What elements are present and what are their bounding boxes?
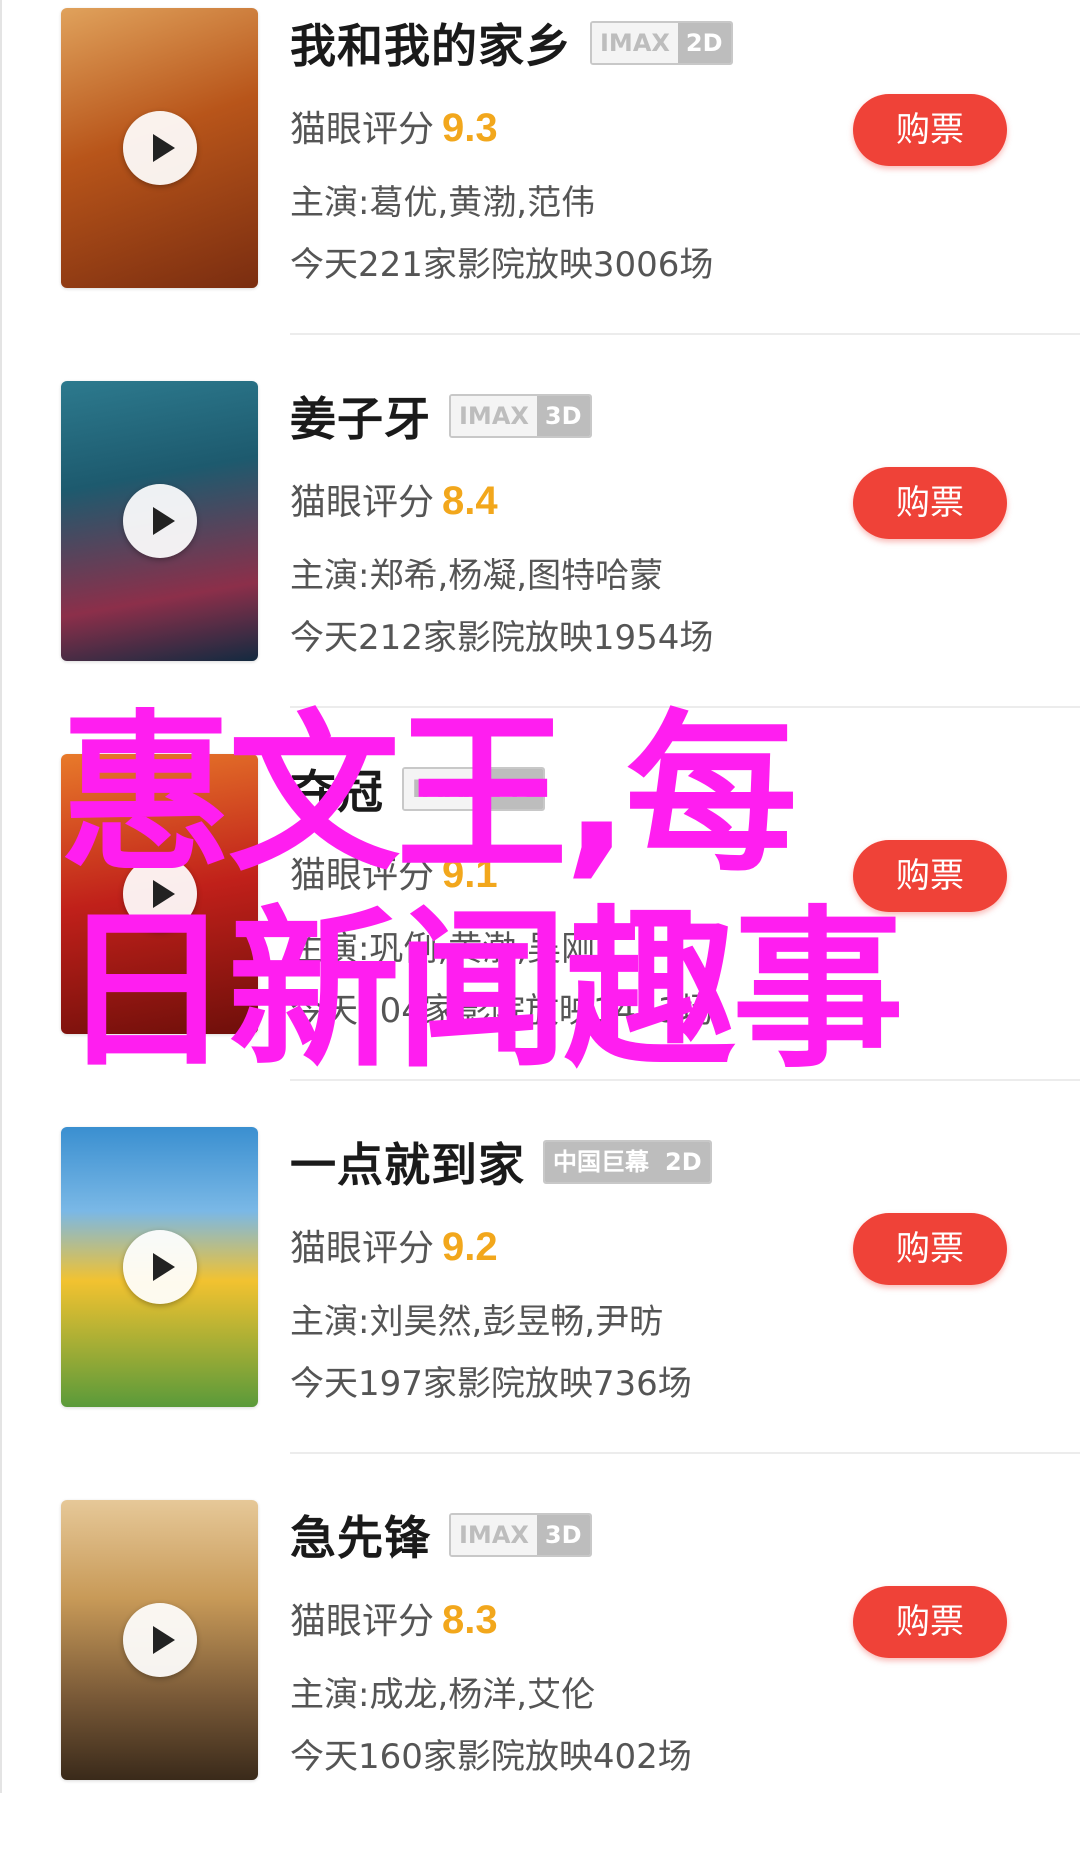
- play-icon[interactable]: [122, 111, 197, 185]
- play-icon[interactable]: [122, 1230, 197, 1304]
- format-badge-type: IMAX: [451, 396, 537, 436]
- movie-title: 我和我的家乡: [290, 19, 572, 73]
- format-badge: IMAX 3D: [449, 1513, 592, 1557]
- showing-info: 今天204家影院放映1453场: [290, 991, 714, 1031]
- movie-title: 一点就到家: [290, 1138, 525, 1192]
- rating-score: 8.4: [442, 479, 498, 523]
- format-badge-type: IMAX: [592, 23, 678, 63]
- showing-info: 今天212家影院放映1954场: [290, 618, 714, 658]
- buy-ticket-button[interactable]: 购票: [853, 840, 1007, 912]
- format-badge: IMAX 3D: [449, 394, 592, 438]
- movie-title: 姜子牙: [290, 392, 431, 446]
- showing-info: 今天160家影院放映402场: [290, 1737, 692, 1777]
- rating-score: 8.3: [442, 1598, 498, 1642]
- movie-cast: 主演:刘昊然,彭昱畅,尹昉: [290, 1302, 664, 1342]
- buy-ticket-button[interactable]: 购票: [853, 1213, 1007, 1285]
- row-divider: [290, 1079, 1080, 1081]
- movie-title: 急先锋: [290, 1511, 431, 1565]
- movie-poster[interactable]: [61, 1500, 258, 1780]
- row-divider: [290, 1452, 1080, 1454]
- buy-ticket-button[interactable]: 购票: [853, 94, 1007, 166]
- movie-row[interactable]: 一点就到家 中国巨幕 2D 猫眼评分 9.2 主演:刘昊然,彭昱畅,尹昉 今天19…: [0, 1119, 1080, 1492]
- movie-cast: 主演:成龙,杨洋,艾伦: [290, 1675, 596, 1715]
- movie-cast: 主演:巩俐,黄渤,吴刚: [290, 929, 596, 969]
- rating-label: 猫眼评分: [290, 482, 435, 523]
- rating-label: 猫眼评分: [290, 1228, 435, 1269]
- movie-title: 夺冠: [290, 765, 384, 819]
- format-badge-dim: 2D: [657, 1142, 710, 1182]
- rating-score: 9.2: [442, 1225, 498, 1269]
- row-divider: [290, 333, 1080, 335]
- rating-line: 猫眼评分 9.1: [290, 846, 498, 898]
- movie-poster[interactable]: [61, 8, 258, 288]
- movie-row[interactable]: 夺冠 IMAX 2D 猫眼评分 9.1 主演:巩俐,黄渤,吴刚 今天204家影院放…: [0, 746, 1080, 1119]
- format-badge-dim: 3D: [536, 396, 590, 436]
- row-divider: [290, 706, 1080, 708]
- format-badge-dim: 2D: [677, 23, 731, 63]
- play-icon[interactable]: [122, 857, 197, 931]
- movie-row[interactable]: 姜子牙 IMAX 3D 猫眼评分 8.4 主演:郑希,杨凝,图特哈蒙 今天212家…: [0, 373, 1080, 746]
- rating-line: 猫眼评分 9.3: [290, 100, 498, 152]
- movie-cast: 主演:葛优,黄渤,范伟: [290, 183, 596, 223]
- movie-poster[interactable]: [61, 1127, 258, 1407]
- movie-list: 我和我的家乡 IMAX 2D 猫眼评分 9.3 主演:葛优,黄渤,范伟 今天221…: [0, 0, 1080, 1793]
- rating-line: 猫眼评分 8.3: [290, 1592, 498, 1644]
- rating-score: 9.1: [442, 852, 498, 896]
- format-badge-type: 中国巨幕: [545, 1142, 657, 1182]
- format-badge-dim: 3D: [536, 1515, 590, 1555]
- format-badge: 中国巨幕 2D: [543, 1140, 712, 1184]
- format-badge-type: IMAX: [404, 769, 490, 809]
- showing-info: 今天197家影院放映736场: [290, 1364, 692, 1404]
- rating-line: 猫眼评分 8.4: [290, 473, 498, 525]
- movie-row[interactable]: 急先锋 IMAX 3D 猫眼评分 8.3 主演:成龙,杨洋,艾伦 今天160家影院…: [0, 1492, 1080, 1865]
- buy-ticket-button[interactable]: 购票: [853, 1586, 1007, 1658]
- rating-score: 9.3: [442, 106, 498, 150]
- rating-label: 猫眼评分: [290, 109, 435, 150]
- buy-ticket-button[interactable]: 购票: [853, 467, 1007, 539]
- showing-info: 今天221家影院放映3006场: [290, 245, 714, 285]
- format-badge-type: IMAX: [451, 1515, 537, 1555]
- movie-poster[interactable]: [61, 754, 258, 1034]
- rating-label: 猫眼评分: [290, 855, 435, 896]
- movie-row[interactable]: 我和我的家乡 IMAX 2D 猫眼评分 9.3 主演:葛优,黄渤,范伟 今天221…: [0, 0, 1080, 373]
- movie-cast: 主演:郑希,杨凝,图特哈蒙: [290, 556, 664, 596]
- play-icon[interactable]: [122, 1603, 197, 1677]
- format-badge: IMAX 2D: [590, 21, 733, 65]
- format-badge-dim: 2D: [489, 769, 543, 809]
- rating-label: 猫眼评分: [290, 1601, 435, 1642]
- movie-poster[interactable]: [61, 381, 258, 661]
- format-badge: IMAX 2D: [402, 767, 545, 811]
- rating-line: 猫眼评分 9.2: [290, 1219, 498, 1271]
- play-icon[interactable]: [122, 484, 197, 558]
